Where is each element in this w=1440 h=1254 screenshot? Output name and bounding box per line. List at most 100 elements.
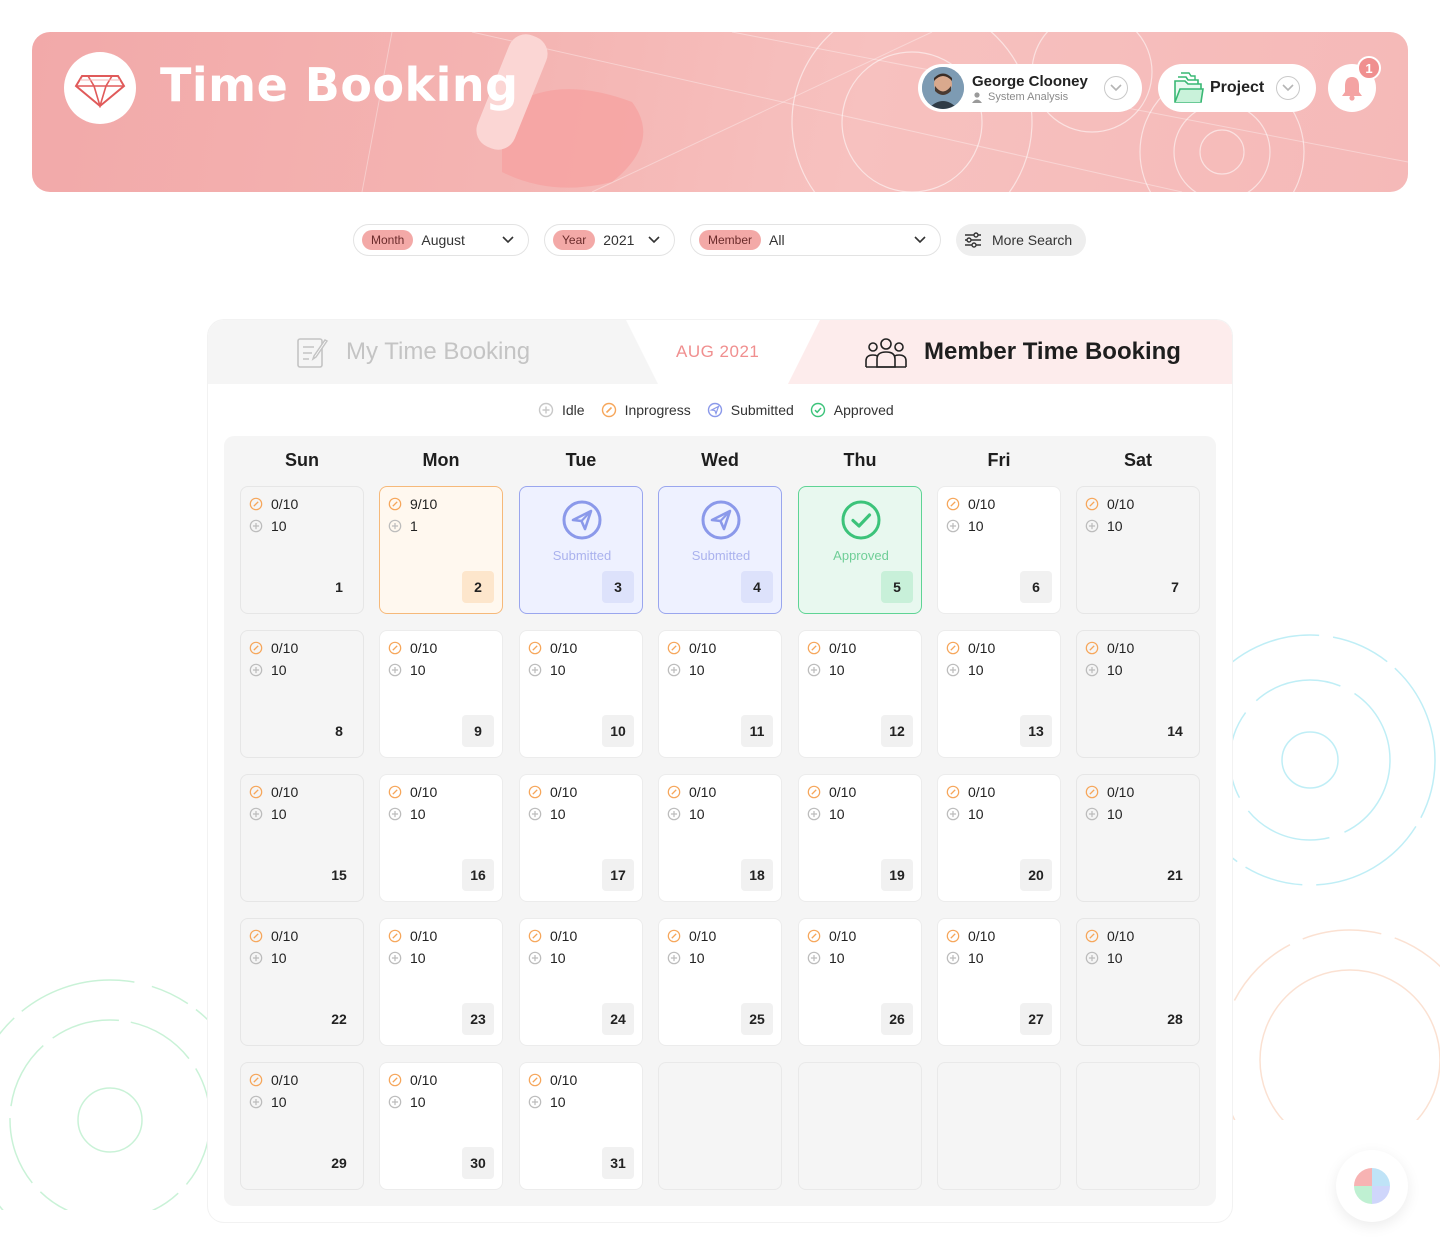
- day-idle: 10: [528, 1094, 566, 1110]
- calendar-day-cell[interactable]: 0/10 10 12: [798, 630, 922, 758]
- month-filter-tag: Month: [362, 230, 414, 250]
- day-progress-value: 0/10: [1107, 928, 1135, 944]
- calendar-day-cell[interactable]: 0/10 10 8: [240, 630, 364, 758]
- inprogress-pencil-icon: [249, 497, 263, 511]
- calendar-day-cell[interactable]: 0/10 10 13: [937, 630, 1061, 758]
- month-filter-value: August: [421, 232, 465, 248]
- calendar-empty-cell: [937, 1062, 1061, 1190]
- day-number: 16: [462, 859, 494, 891]
- day-progress: 0/10: [667, 784, 716, 800]
- calendar-day-cell[interactable]: 0/10 10 24: [519, 918, 643, 1046]
- calendar-day-cell[interactable]: 0/10 10 16: [379, 774, 503, 902]
- app-logo[interactable]: [64, 52, 136, 124]
- day-idle: 10: [249, 518, 287, 534]
- calendar-day-cell[interactable]: Submitted 3: [519, 486, 643, 614]
- day-idle-value: 10: [550, 950, 566, 966]
- day-progress-value: 0/10: [968, 784, 996, 800]
- calendar-day-cell[interactable]: Approved 5: [798, 486, 922, 614]
- idle-plus-icon: [667, 807, 681, 821]
- calendar-day-cell[interactable]: 0/10 10 29: [240, 1062, 364, 1190]
- day-progress-value: 0/10: [1107, 784, 1135, 800]
- day-idle-value: 10: [1107, 662, 1123, 678]
- calendar-day-cell[interactable]: Submitted 4: [658, 486, 782, 614]
- calendar-day-cell[interactable]: 0/10 10 11: [658, 630, 782, 758]
- more-search-label: More Search: [992, 232, 1073, 248]
- calendar-day-cell[interactable]: 0/10 10 27: [937, 918, 1061, 1046]
- month-filter[interactable]: Month August: [353, 224, 529, 256]
- day-progress: 0/10: [249, 1072, 298, 1088]
- submitted-send-icon: [562, 500, 602, 540]
- day-progress-value: 0/10: [829, 784, 857, 800]
- day-progress-value: 0/10: [410, 928, 438, 944]
- app-switcher-button[interactable]: [1336, 1150, 1408, 1222]
- calendar-day-cell[interactable]: 0/10 10 31: [519, 1062, 643, 1190]
- day-number: 14: [1167, 723, 1183, 739]
- calendar-day-cell[interactable]: 0/10 10 25: [658, 918, 782, 1046]
- day-progress: 0/10: [528, 784, 577, 800]
- day-number: 5: [881, 571, 913, 603]
- user-menu[interactable]: George Clooney System Analysis: [918, 64, 1142, 112]
- calendar-day-cell[interactable]: 0/10 10 15: [240, 774, 364, 902]
- calendar-day-cell[interactable]: 0/10 10 19: [798, 774, 922, 902]
- time-booking-card: My Time Booking AUG 2021 Member Time Boo…: [208, 320, 1232, 1222]
- inprogress-pencil-icon: [528, 641, 542, 655]
- inprogress-pencil-icon: [1085, 929, 1099, 943]
- day-progress: 0/10: [946, 496, 995, 512]
- day-idle-value: 10: [1107, 806, 1123, 822]
- project-menu-chevron-down-icon[interactable]: [1276, 76, 1300, 100]
- calendar-day-cell[interactable]: 0/10 10 30: [379, 1062, 503, 1190]
- calendar-day-cell[interactable]: 0/10 10 23: [379, 918, 503, 1046]
- idle-plus-icon: [807, 807, 821, 821]
- project-menu[interactable]: Project: [1158, 64, 1316, 112]
- inprogress-pencil-icon: [1085, 641, 1099, 655]
- day-idle-value: 10: [689, 950, 705, 966]
- calendar-day-cell[interactable]: 0/10 10 18: [658, 774, 782, 902]
- calendar-day-cell[interactable]: 0/10 10 7: [1076, 486, 1200, 614]
- weekday-header: Thu: [843, 450, 877, 470]
- member-filter[interactable]: Member All: [690, 224, 941, 256]
- user-avatar: [922, 67, 964, 109]
- background-decoration-right: [1200, 634, 1440, 1120]
- inprogress-pencil-icon: [667, 929, 681, 943]
- calendar-day-cell[interactable]: 0/10 10 22: [240, 918, 364, 1046]
- calendar-day-cell[interactable]: 0/10 10 1: [240, 486, 364, 614]
- weekday-header: Mon: [422, 450, 460, 470]
- idle-plus-icon: [388, 951, 402, 965]
- calendar-day-cell[interactable]: 0/10 10 17: [519, 774, 643, 902]
- day-number: 26: [881, 1003, 913, 1035]
- day-idle-value: 10: [410, 950, 426, 966]
- tab-member-time-booking[interactable]: Member Time Booking: [808, 320, 1232, 384]
- calendar-day-cell[interactable]: 0/10 10 9: [379, 630, 503, 758]
- calendar-day-cell[interactable]: 0/10 10 10: [519, 630, 643, 758]
- calendar-empty-cell: [1076, 1062, 1200, 1190]
- day-number: 24: [602, 1003, 634, 1035]
- day-progress-value: 0/10: [271, 496, 299, 512]
- calendar-day-cell[interactable]: 0/10 10 14: [1076, 630, 1200, 758]
- member-filter-tag: Member: [699, 230, 762, 250]
- day-progress-value: 0/10: [689, 784, 717, 800]
- idle-plus-icon: [946, 807, 960, 821]
- day-progress: 0/10: [249, 928, 298, 944]
- user-menu-chevron-down-icon[interactable]: [1104, 76, 1128, 100]
- calendar-day-cell[interactable]: 9/10 1 2: [379, 486, 503, 614]
- calendar-day-cell[interactable]: 0/10 10 6: [937, 486, 1061, 614]
- day-idle: 10: [946, 806, 984, 822]
- calendar-day-cell[interactable]: 0/10 10 21: [1076, 774, 1200, 902]
- year-filter[interactable]: Year 2021: [544, 224, 675, 256]
- inprogress-pencil-icon: [388, 1073, 402, 1087]
- calendar-day-cell[interactable]: 0/10 10 20: [937, 774, 1061, 902]
- day-number: 1: [335, 579, 343, 595]
- tab-my-time-booking[interactable]: My Time Booking: [208, 320, 626, 384]
- calendar-day-cell[interactable]: 0/10 10 26: [798, 918, 922, 1046]
- more-search-button[interactable]: More Search: [956, 224, 1086, 256]
- day-idle: 10: [249, 1094, 287, 1110]
- day-number: 22: [331, 1011, 347, 1027]
- day-progress-value: 0/10: [271, 784, 299, 800]
- banner-background-image: [361, 32, 1408, 192]
- day-idle: 10: [946, 662, 984, 678]
- day-progress: 0/10: [667, 928, 716, 944]
- day-idle: 10: [249, 806, 287, 822]
- day-progress: 0/10: [528, 1072, 577, 1088]
- calendar-day-cell[interactable]: 0/10 10 28: [1076, 918, 1200, 1046]
- inprogress-pencil-icon: [807, 641, 821, 655]
